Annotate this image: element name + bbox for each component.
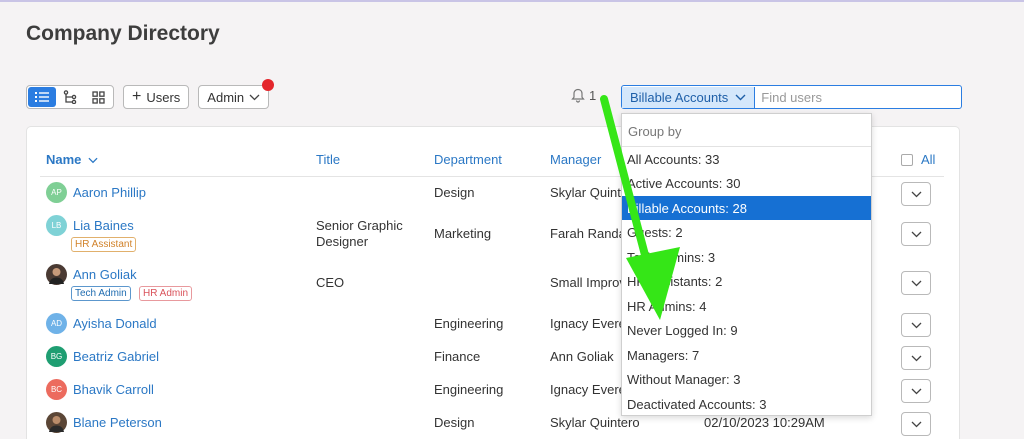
department-cell: Engineering <box>434 382 504 397</box>
user-name-link[interactable]: Ayisha Donald <box>73 316 157 331</box>
dropdown-item-managers[interactable]: Managers: 7 <box>622 343 871 367</box>
org-chart-view-button[interactable] <box>56 87 84 107</box>
chevron-down-icon <box>911 231 921 237</box>
department-cell: Design <box>434 415 475 430</box>
user-name-link[interactable]: Bhavik Carroll <box>73 382 154 397</box>
manager-cell: Farah Randa <box>550 226 626 241</box>
row-actions-button[interactable] <box>901 412 931 436</box>
row-actions-button[interactable] <box>901 313 931 337</box>
user-name-link[interactable]: Beatriz Gabriel <box>73 349 159 364</box>
toolbar: + Users Admin <box>26 79 275 109</box>
chevron-down-icon <box>88 157 98 164</box>
role-badge-hr-admin: HR Admin <box>139 286 193 301</box>
user-name-link[interactable]: Lia Baines <box>73 218 134 233</box>
grid-view-icon <box>91 90 105 104</box>
group-filter-chip[interactable]: Billable Accounts <box>622 86 756 108</box>
department-cell: Design <box>434 185 475 200</box>
user-name-link[interactable]: Ann Goliak <box>73 267 137 282</box>
role-select-value: Admin <box>207 89 245 105</box>
chevron-down-icon <box>911 191 921 197</box>
column-header-name-label: Name <box>46 152 82 167</box>
chevron-down-icon <box>911 280 921 286</box>
dropdown-item-active-accounts[interactable]: Active Accounts: 30 <box>622 171 871 195</box>
row-actions-button[interactable] <box>901 271 931 295</box>
view-toggle-group <box>26 85 114 109</box>
dropdown-item-hr-assistants[interactable]: HR Assistants: 2 <box>622 269 871 293</box>
add-users-button[interactable]: + Users <box>123 85 190 109</box>
role-badge-tech-admin: Tech Admin <box>71 286 131 301</box>
column-header-name[interactable]: Name <box>46 152 98 167</box>
user-name-link[interactable]: Blane Peterson <box>73 415 162 430</box>
row-actions-button[interactable] <box>901 379 931 403</box>
avatar <box>46 264 67 285</box>
list-view-button[interactable] <box>28 87 56 107</box>
select-all-checkbox[interactable]: All <box>901 152 935 167</box>
manager-cell: Ignacy Evere <box>550 382 626 397</box>
list-view-icon <box>35 92 49 102</box>
avatar: AD <box>46 313 67 334</box>
bell-icon <box>571 88 585 103</box>
title-cell-line1: Senior Graphic <box>316 218 403 233</box>
avatar: LB <box>46 215 67 236</box>
group-by-dropdown: Group by All Accounts: 33 Active Account… <box>621 113 872 416</box>
search-input[interactable] <box>755 89 956 105</box>
select-all-label: All <box>921 152 936 167</box>
title-cell-line2: Designer <box>316 234 369 249</box>
chevron-down-icon <box>911 421 921 427</box>
manager-cell: Ignacy Evere <box>550 316 626 331</box>
chevron-down-icon <box>911 322 921 328</box>
manager-cell: Ann Goliak <box>550 349 614 364</box>
user-photo-icon <box>49 268 64 284</box>
dropdown-header: Group by <box>628 124 682 139</box>
chevron-down-icon <box>911 355 921 361</box>
dropdown-item-never-logged-in[interactable]: Never Logged In: 9 <box>622 318 871 342</box>
avatar: BC <box>46 379 67 400</box>
dropdown-item-without-manager[interactable]: Without Manager: 3 <box>622 367 871 391</box>
department-cell: Engineering <box>434 316 504 331</box>
dropdown-item-tech-admins[interactable]: Tech Admins: 3 <box>622 245 871 269</box>
notification-count: 1 <box>589 88 597 103</box>
manager-cell: Skylar Quintero <box>550 415 640 430</box>
row-actions-button[interactable] <box>901 346 931 370</box>
chevron-down-icon <box>735 94 746 100</box>
avatar <box>46 412 67 433</box>
chevron-down-icon <box>911 388 921 394</box>
dropdown-item-all-accounts[interactable]: All Accounts: 33 <box>622 147 871 171</box>
checkbox[interactable] <box>901 153 913 166</box>
column-header-title[interactable]: Title <box>316 152 340 167</box>
title-cell: CEO <box>316 275 345 290</box>
user-photo-icon <box>49 416 64 432</box>
manager-cell: Skylar Quinte <box>550 185 629 200</box>
user-name-link[interactable]: Aaron Phillip <box>73 185 146 200</box>
dropdown-item-billable-accounts[interactable]: Billable Accounts: 28 <box>622 196 871 220</box>
department-cell: Marketing <box>434 226 492 241</box>
manager-cell: Small Improv <box>550 275 626 290</box>
role-select[interactable]: Admin <box>198 79 275 109</box>
grid-view-button[interactable] <box>84 87 112 107</box>
dropdown-item-guests[interactable]: Guests: 2 <box>622 220 871 244</box>
chevron-down-icon <box>249 94 260 100</box>
plus-icon: + <box>132 88 142 105</box>
group-filter-label: Billable Accounts <box>630 89 729 105</box>
row-actions-button[interactable] <box>901 222 931 246</box>
dropdown-item-deactivated-accounts[interactable]: Deactivated Accounts: 3 <box>622 392 871 416</box>
notification-dot <box>262 79 275 91</box>
page-title: Company Directory <box>26 22 220 45</box>
add-users-label: Users <box>146 89 181 105</box>
role-badge-hr-assistant: HR Assistant <box>71 237 137 252</box>
dropdown-item-hr-admins[interactable]: HR Admins: 4 <box>622 294 871 318</box>
notifications-button[interactable]: 1 <box>571 88 596 103</box>
avatar: BG <box>46 346 67 367</box>
org-chart-icon <box>63 90 77 104</box>
avatar: AP <box>46 182 67 203</box>
row-actions-button[interactable] <box>901 182 931 206</box>
search-bar: Billable Accounts <box>621 85 962 109</box>
column-header-department[interactable]: Department <box>434 152 502 167</box>
column-header-manager[interactable]: Manager <box>550 152 601 167</box>
last-login-cell: 02/10/2023 10:29AM <box>704 415 825 430</box>
department-cell: Finance <box>434 349 481 364</box>
